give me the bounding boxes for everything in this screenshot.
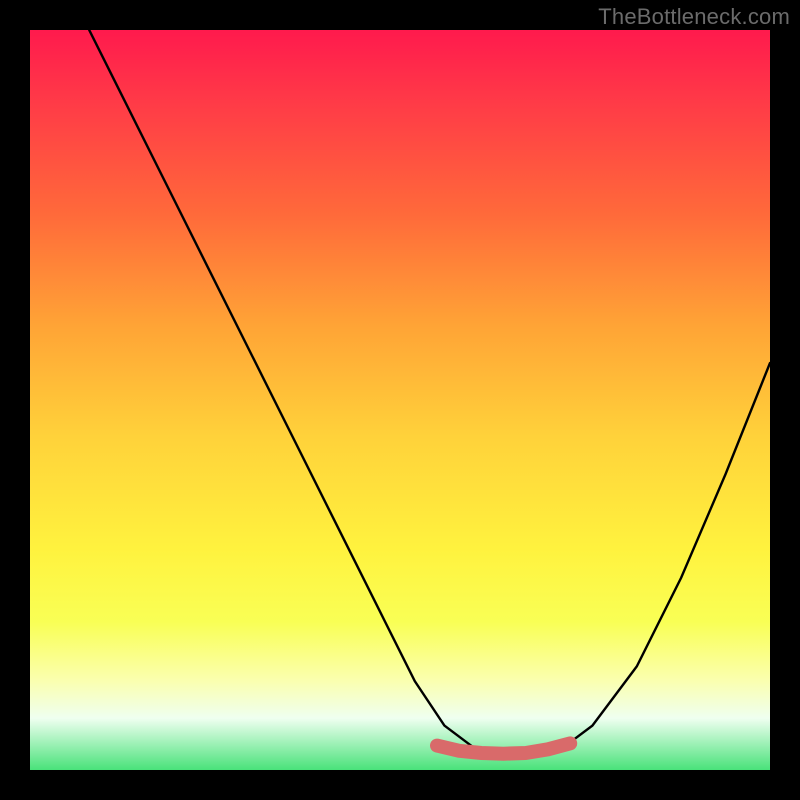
chart-frame: TheBottleneck.com — [0, 0, 800, 800]
curve-svg — [30, 30, 770, 770]
floor-segment-path — [437, 743, 570, 753]
bottleneck-curve-path — [89, 30, 770, 755]
watermark-text: TheBottleneck.com — [598, 4, 790, 30]
plot-area — [30, 30, 770, 770]
